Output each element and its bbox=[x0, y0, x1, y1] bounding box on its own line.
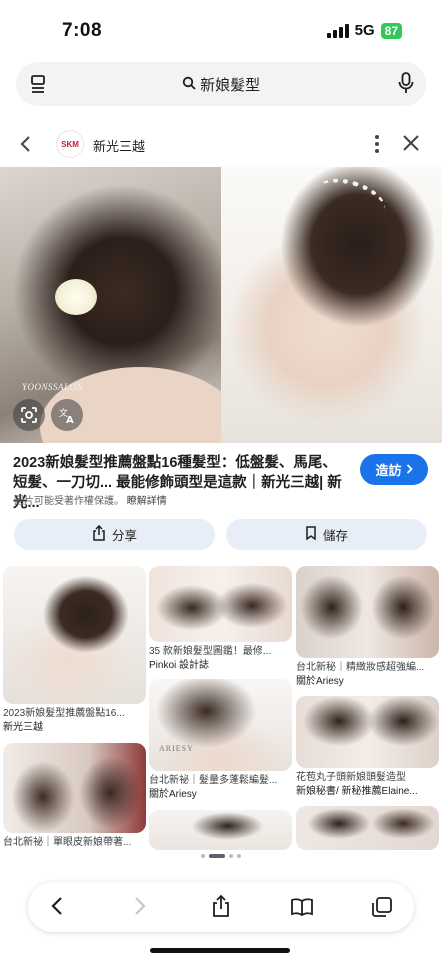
related-image-card[interactable]: 35 款新娘髮型圖鑑！最修... Pinkoi 設計誌 bbox=[149, 566, 292, 673]
status-time: 7:08 bbox=[62, 20, 103, 41]
visit-label: 造訪 bbox=[375, 463, 402, 478]
home-indicator bbox=[150, 948, 290, 953]
more-vert-icon[interactable] bbox=[374, 134, 380, 159]
related-caption: 花苞丸子頭新娘頭髮造型 bbox=[296, 772, 406, 783]
tiara bbox=[312, 171, 390, 227]
related-caption: 台北新祕｜髮量多蓬鬆編髮... bbox=[149, 775, 278, 786]
battery-level: 87 bbox=[384, 23, 398, 38]
related-image bbox=[149, 566, 292, 642]
search-query-text: 新娘髮型 bbox=[200, 77, 261, 94]
related-source: Pinkoi 設計誌 bbox=[149, 660, 210, 671]
related-image-card[interactable] bbox=[149, 810, 292, 850]
page-dot bbox=[201, 854, 205, 858]
save-label: 儲存 bbox=[322, 529, 348, 543]
related-image-card[interactable]: 台北新祕｜單眼皮新娘帶著... bbox=[3, 743, 146, 850]
related-image bbox=[149, 810, 292, 850]
book-icon[interactable] bbox=[290, 897, 314, 922]
copyright-notice: 圖片可能受著作權保護。 瞭解詳情 bbox=[14, 492, 167, 507]
microphone-icon[interactable] bbox=[398, 72, 414, 99]
forward-icon[interactable] bbox=[133, 895, 147, 922]
related-image-card[interactable]: 台北新秘｜精緻妝感超強編... 關於Ariesy bbox=[296, 566, 439, 689]
related-image-card[interactable]: 花苞丸子頭新娘頭髮造型 新娘秘書/ 新秘推薦Elaine... bbox=[296, 696, 439, 799]
search-query[interactable]: 新娘髮型 bbox=[16, 74, 426, 95]
related-image bbox=[296, 566, 439, 658]
translate-icon[interactable]: 文A bbox=[51, 399, 83, 431]
share-button[interactable]: 分享 bbox=[14, 519, 215, 550]
status-bar: 7:08 5G 87 bbox=[0, 0, 442, 58]
share-icon bbox=[92, 524, 106, 544]
preview-image-side-view bbox=[221, 167, 442, 443]
network-type: 5G bbox=[354, 22, 375, 39]
related-image-card[interactable]: 2023新娘髮型推薦盤點16... 新光三越 bbox=[3, 566, 146, 735]
search-bar[interactable]: 新娘髮型 bbox=[16, 62, 426, 106]
related-image: ARIESY bbox=[149, 679, 292, 771]
search-icon bbox=[182, 76, 196, 94]
related-image bbox=[3, 743, 146, 833]
close-icon[interactable] bbox=[402, 134, 420, 157]
visit-button[interactable]: 造訪 bbox=[360, 454, 428, 485]
related-image bbox=[296, 696, 439, 768]
page-dot-active bbox=[209, 854, 225, 858]
hair-flower bbox=[55, 279, 97, 315]
share-label: 分享 bbox=[111, 529, 137, 543]
chevron-left-icon[interactable] bbox=[20, 135, 32, 158]
related-image bbox=[296, 806, 439, 850]
related-source: 關於Ariesy bbox=[149, 789, 197, 800]
battery-icon: 87 bbox=[380, 22, 402, 39]
site-name[interactable]: 新光三越 bbox=[93, 136, 145, 155]
status-indicators: 5G 87 bbox=[326, 22, 402, 39]
save-button[interactable]: 儲存 bbox=[226, 519, 427, 550]
related-image bbox=[3, 566, 146, 704]
back-icon[interactable] bbox=[50, 895, 64, 922]
lens-icon[interactable] bbox=[13, 399, 45, 431]
site-logo: SKM bbox=[56, 130, 84, 158]
related-source: 關於Ariesy bbox=[296, 676, 344, 687]
bookmark-icon bbox=[305, 526, 317, 543]
related-image-card[interactable] bbox=[296, 806, 439, 850]
related-caption: 35 款新娘髮型圖鑑！最修... bbox=[149, 646, 272, 657]
brand-watermark: ARIESY bbox=[159, 744, 194, 753]
related-source: 新娘秘書/ 新秘推薦Elaine... bbox=[296, 786, 418, 797]
chevron-right-icon bbox=[406, 462, 413, 477]
tabs-icon[interactable] bbox=[371, 896, 393, 923]
related-image-card[interactable]: ARIESY 台北新祕｜髮量多蓬鬆編髮... 關於Ariesy bbox=[149, 679, 292, 802]
related-source: 新光三越 bbox=[3, 722, 43, 733]
share-icon[interactable] bbox=[211, 894, 231, 923]
signal-icon bbox=[326, 23, 349, 38]
related-caption: 2023新娘髮型推薦盤點16... bbox=[3, 708, 125, 719]
copyright-text: 圖片可能受著作權保護。 bbox=[14, 496, 124, 507]
learn-more-link[interactable]: 瞭解詳情 bbox=[127, 496, 167, 507]
related-caption: 台北新祕｜單眼皮新娘帶著... bbox=[3, 837, 132, 848]
image-viewer-header: SKM 新光三越 bbox=[0, 125, 442, 165]
browser-toolbar bbox=[28, 882, 414, 932]
watermark: YOONSSALON bbox=[22, 382, 84, 392]
page-dot bbox=[229, 854, 233, 858]
svg-text:A: A bbox=[66, 415, 74, 424]
related-caption: 台北新秘｜精緻妝感超強編... bbox=[296, 662, 425, 673]
page-dot bbox=[237, 854, 241, 858]
page-indicator bbox=[0, 854, 442, 858]
